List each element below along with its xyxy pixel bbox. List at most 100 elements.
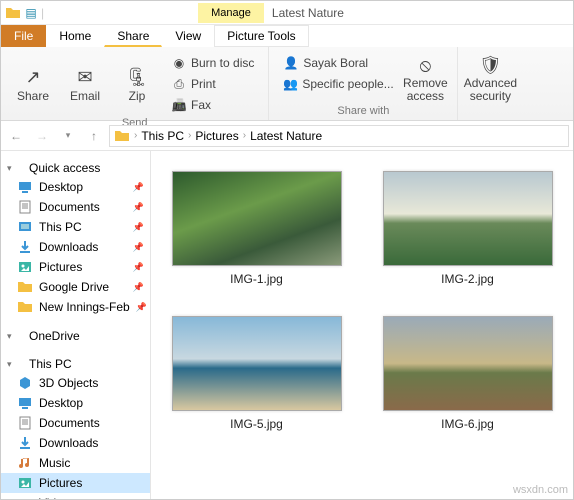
down-icon: [17, 435, 33, 451]
folder-icon: [114, 128, 130, 144]
tab-share[interactable]: Share: [104, 25, 162, 47]
file-thumbnail[interactable]: IMG-6.jpg: [372, 316, 563, 431]
share-button[interactable]: ↗Share: [9, 51, 57, 117]
nav-up-button[interactable]: ↑: [83, 125, 105, 147]
doc-icon: [17, 199, 33, 215]
nav-item[interactable]: Desktop 📌: [1, 177, 150, 197]
quick-launch: ▤ |: [1, 5, 48, 21]
file-thumbnail[interactable]: IMG-1.jpg: [161, 171, 352, 286]
share-icon: ↗: [21, 65, 45, 89]
nav-head-label: Quick access: [29, 161, 100, 175]
file-name: IMG-1.jpg: [230, 272, 283, 286]
nav-item-label: Documents: [39, 416, 100, 430]
people-icon: 👥: [283, 76, 298, 92]
content-pane[interactable]: IMG-1.jpg IMG-2.jpg IMG-5.jpg IMG-6.jpg: [151, 151, 573, 499]
nav-head-label: This PC: [29, 357, 72, 371]
print-icon: ⎙: [171, 76, 187, 92]
remove-access-button[interactable]: ⦸Remove access: [401, 51, 449, 105]
save-icon[interactable]: ▤: [23, 5, 39, 21]
nav-item[interactable]: Music: [1, 453, 150, 473]
nav-head-quick[interactable]: ▾Quick access: [1, 159, 150, 177]
tab-file[interactable]: File: [1, 25, 46, 47]
pin-icon: 📌: [133, 202, 144, 213]
nav-item[interactable]: Downloads 📌: [1, 237, 150, 257]
pic-icon: [17, 475, 33, 491]
shield-icon: 🛡: [478, 53, 502, 77]
specific-people-button[interactable]: 👥Specific people...: [279, 74, 395, 94]
pc-icon: [17, 219, 33, 235]
file-thumbnail[interactable]: IMG-2.jpg: [372, 171, 563, 286]
nav-item-label: Downloads: [39, 436, 98, 450]
crumb-pictures[interactable]: Pictures: [195, 129, 238, 143]
file-thumbnail[interactable]: IMG-5.jpg: [161, 316, 352, 431]
nav-forward-button[interactable]: →: [31, 125, 53, 147]
nav-back-button[interactable]: ←: [5, 125, 27, 147]
person-sayak-button[interactable]: 👤Sayak Boral: [279, 53, 395, 73]
nav-item-label: Desktop: [39, 180, 83, 194]
nav-item[interactable]: This PC📌: [1, 217, 150, 237]
email-button[interactable]: ✉Email: [61, 51, 109, 117]
pin-icon: 📌: [133, 222, 144, 233]
pin-icon: 📌: [133, 182, 144, 193]
nav-head-thispc[interactable]: ▾This PC: [1, 355, 150, 373]
zip-icon: 🗜: [125, 65, 149, 89]
nav-head-label: OneDrive: [29, 329, 80, 343]
qat-divider: |: [41, 6, 44, 20]
crumb-root[interactable]: This PC: [141, 129, 184, 143]
zip-label: Zip: [129, 89, 146, 103]
nav-item[interactable]: 3D Objects: [1, 373, 150, 393]
chevron-right-icon: ›: [243, 130, 246, 141]
pin-icon: 📌: [133, 242, 144, 253]
email-icon: ✉: [73, 65, 97, 89]
ribbon-group-security: 🛡Advanced security: [458, 47, 522, 120]
nav-item-label: Music: [39, 456, 70, 470]
tab-home[interactable]: Home: [46, 25, 104, 47]
nav-item[interactable]: Downloads: [1, 433, 150, 453]
nav-item[interactable]: New Innings-Feb 📌: [1, 297, 150, 317]
ribbon-tabs: File Home Share View Picture Tools: [1, 25, 573, 47]
advanced-security-button[interactable]: 🛡Advanced security: [466, 51, 514, 105]
file-name: IMG-5.jpg: [230, 417, 283, 431]
address-bar: ← → ▾ ↑ › This PC › Pictures › Latest Na…: [1, 121, 573, 151]
folder-icon: [17, 299, 33, 315]
print-label: Print: [191, 77, 216, 91]
nav-item[interactable]: Pictures: [1, 473, 150, 493]
burn-label: Burn to disc: [191, 56, 254, 70]
file-name: IMG-2.jpg: [441, 272, 494, 286]
fax-label: Fax: [191, 98, 211, 112]
nav-item-label: Pictures: [39, 476, 82, 490]
file-name: IMG-6.jpg: [441, 417, 494, 431]
window-title: Latest Nature: [264, 6, 573, 20]
burn-button[interactable]: ◉Burn to disc: [167, 53, 258, 73]
pin-icon: 📌: [136, 302, 147, 313]
explorer-body: ▾Quick accessDesktop📌Documents📌This PC📌D…: [1, 151, 573, 499]
nav-item[interactable]: Videos: [1, 493, 150, 499]
nav-item[interactable]: Documents: [1, 413, 150, 433]
nav-item[interactable]: Documents📌: [1, 197, 150, 217]
nav-recent-button[interactable]: ▾: [57, 125, 79, 147]
print-button[interactable]: ⎙ Print: [167, 74, 258, 94]
zip-button[interactable]: 🗜Zip: [113, 51, 161, 117]
fax-button[interactable]: 📠Fax: [167, 95, 258, 115]
down-icon: [17, 239, 33, 255]
image-preview: [172, 171, 342, 266]
email-label: Email: [70, 89, 100, 103]
tab-picture-tools[interactable]: Picture Tools: [214, 25, 308, 47]
nav-item-label: Downloads: [39, 240, 98, 254]
music-icon: [17, 455, 33, 471]
nav-item-label: Videos: [39, 496, 75, 499]
doc-icon: [17, 415, 33, 431]
remove-access-icon: ⦸: [413, 53, 437, 77]
tab-view[interactable]: View: [162, 25, 214, 47]
group-label-sharewith: Share with: [337, 105, 389, 119]
nav-item[interactable]: Google Drive📌: [1, 277, 150, 297]
video-icon: [17, 495, 33, 499]
breadcrumb[interactable]: › This PC › Pictures › Latest Nature: [109, 125, 569, 147]
image-preview: [383, 171, 553, 266]
nav-item[interactable]: Desktop: [1, 393, 150, 413]
nav-item-label: New Innings-Feb: [39, 300, 130, 314]
crumb-latest-nature[interactable]: Latest Nature: [250, 129, 322, 143]
nav-item[interactable]: Pictures📌: [1, 257, 150, 277]
nav-head-onedrive[interactable]: ▾OneDrive: [1, 327, 150, 345]
nav-pane[interactable]: ▾Quick accessDesktop📌Documents📌This PC📌D…: [1, 151, 151, 499]
